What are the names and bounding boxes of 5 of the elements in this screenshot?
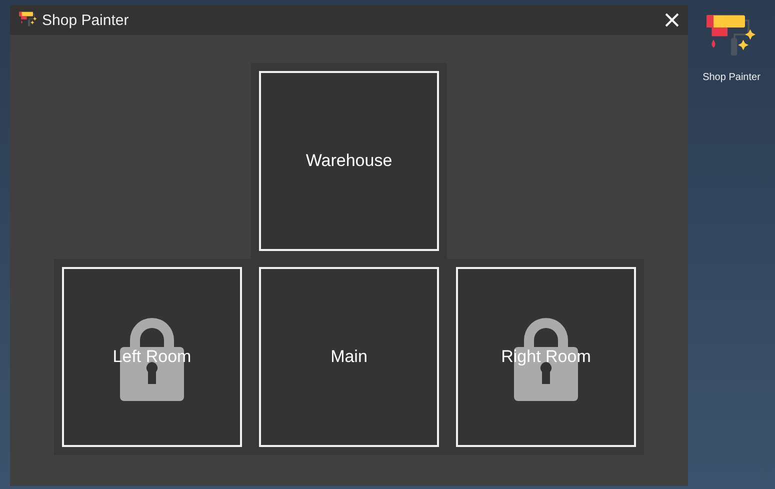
room-tile[interactable]: Warehouse: [259, 71, 439, 251]
window-title: Shop Painter: [42, 12, 130, 28]
room-tile[interactable]: Main: [259, 267, 439, 447]
close-button[interactable]: [664, 12, 680, 28]
desktop-shortcut[interactable]: Shop Painter: [702, 10, 760, 83]
